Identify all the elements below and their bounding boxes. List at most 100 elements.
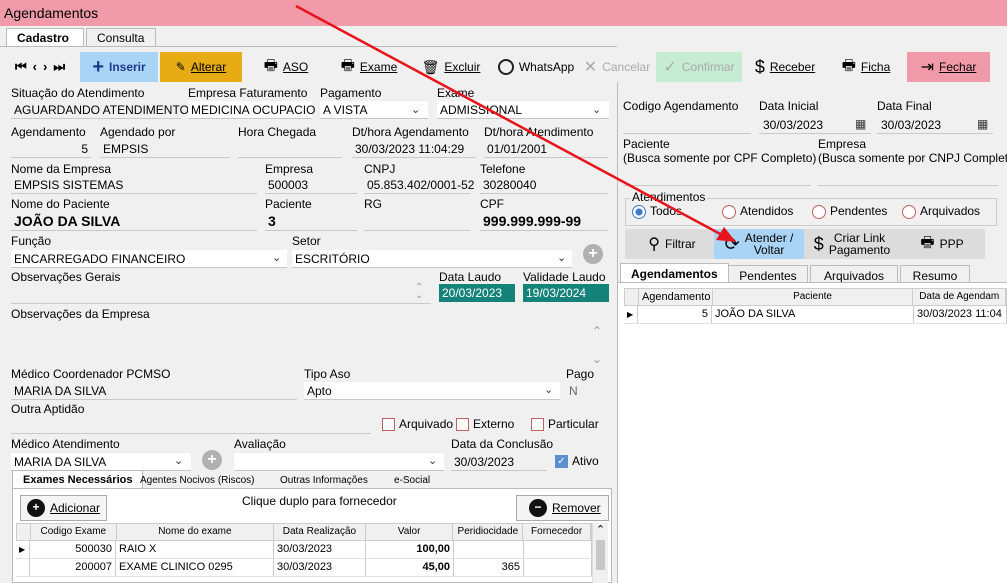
nome-paciente-field[interactable]: JOÃO DA SILVA: [11, 211, 257, 231]
cpf-field[interactable]: 999.999.999-99: [480, 211, 608, 231]
setor-select[interactable]: ESCRITÓRIO: [292, 250, 572, 268]
chevron-down-icon[interactable]: ⌄: [557, 251, 566, 264]
scroll-up-icon[interactable]: ⌃: [593, 523, 608, 536]
inserir-button[interactable]: + Inserir: [80, 52, 158, 82]
window-title: Agendamentos: [0, 0, 1007, 26]
agendado-por-field[interactable]: EMPSIS: [100, 140, 230, 158]
pagamento-label: Pagamento: [320, 86, 382, 100]
cnpj-field[interactable]: 05.853.402/0001-52: [364, 176, 474, 194]
empresa-field[interactable]: 500003: [265, 176, 357, 194]
codigo-field[interactable]: [623, 116, 751, 134]
chevron-down-icon[interactable]: ⌄: [428, 454, 437, 467]
chevron-down-icon[interactable]: ⌄: [592, 103, 601, 116]
calendar-icon[interactable]: ▦: [977, 117, 988, 131]
medico-atend-select[interactable]: MARIA DA SILVA: [11, 453, 191, 471]
telefone-field[interactable]: 30280040: [480, 176, 608, 194]
data-final-field[interactable]: 30/03/2023: [877, 116, 993, 134]
radio-todos[interactable]: Todos: [632, 204, 682, 219]
tab-esocial[interactable]: e-Social: [384, 472, 440, 489]
radio-pendentes[interactable]: Pendentes: [812, 204, 887, 219]
scrollbar-thumb[interactable]: [596, 540, 605, 570]
cancelar-button[interactable]: ✕ Cancelar: [580, 52, 654, 82]
confirmar-button[interactable]: ✓ Confirmar: [656, 52, 742, 82]
printer-icon: 🖶: [841, 56, 856, 74]
tab-consulta[interactable]: Consulta: [86, 28, 156, 46]
add-setor-button[interactable]: +: [583, 244, 603, 264]
data-final-label: Data Final: [877, 99, 932, 113]
ficha-button[interactable]: 🖶 Ficha: [838, 52, 894, 82]
hora-chegada-field[interactable]: [238, 140, 342, 158]
dollar-icon: $: [813, 234, 824, 254]
agendamentos-panel: [618, 282, 1007, 583]
table-row[interactable]: ▶ 500030 RAIO X 30/03/2023 100,00: [16, 541, 592, 559]
receber-button[interactable]: $ Receber: [750, 52, 820, 82]
filtrar-button[interactable]: ⚲ Filtrar: [632, 229, 712, 259]
whatsapp-button[interactable]: WhatsApp: [496, 52, 576, 82]
adicionar-button[interactable]: + Adicionar: [20, 495, 107, 521]
paciente-field[interactable]: 3: [265, 211, 357, 231]
excluir-button[interactable]: 🗑 Excluir: [420, 52, 482, 82]
externo-checkbox[interactable]: Externo: [456, 417, 514, 432]
empresa-label: Empresa: [265, 162, 314, 176]
tab-agentes-nocivos[interactable]: Agentes Nocivos (Riscos): [130, 472, 264, 489]
aso-button[interactable]: 🖶 ASO: [258, 52, 314, 82]
empresa-search-field[interactable]: [818, 168, 998, 186]
radio-selected-icon: [632, 204, 646, 219]
alterar-button[interactable]: ✎ Alterar: [160, 52, 242, 82]
pago-field[interactable]: N: [566, 382, 610, 400]
obs-gerais-field[interactable]: [11, 284, 431, 304]
dt-atendimento-field[interactable]: 01/01/2001: [484, 140, 608, 158]
radio-arquivados[interactable]: Arquivados: [902, 204, 980, 219]
fechar-button[interactable]: ⇥ Fechar: [907, 52, 990, 82]
agendamento-field[interactable]: 5: [11, 140, 91, 158]
table-row[interactable]: ▶ 5 JOÃO DA SILVA 30/03/2023 11:04: [624, 306, 1007, 324]
col-paciente: Paciente: [713, 289, 914, 305]
particular-checkbox[interactable]: Particular: [531, 417, 599, 432]
medico-coord-field[interactable]: MARIA DA SILVA: [11, 382, 297, 400]
situacao-field[interactable]: AGUARDANDO ATENDIMENTO: [11, 101, 189, 119]
funcao-select[interactable]: ENCARREGADO FINANCEIRO: [11, 250, 287, 268]
agendamentos-grid-header: Agendamento Paciente Data de Agendam: [624, 288, 1007, 306]
tab-cadastro[interactable]: Cadastro: [6, 28, 84, 46]
data-laudo-field[interactable]: 20/03/2023: [439, 284, 515, 302]
empresa-fat-select[interactable]: MEDICINA OCUPACIO: [188, 101, 315, 119]
dt-agendamento-field[interactable]: 30/03/2023 11:04:29: [352, 140, 476, 158]
tipo-aso-select[interactable]: Apto: [304, 382, 560, 400]
remover-button[interactable]: − Remover: [516, 495, 609, 521]
chevron-down-icon[interactable]: ⌄: [174, 454, 183, 467]
data-conclusao-field[interactable]: 30/03/2023: [451, 453, 547, 471]
criar-link-button[interactable]: $ Criar Link Pagamento: [808, 229, 896, 259]
outra-aptidao-field[interactable]: [11, 416, 371, 434]
avaliacao-select[interactable]: [234, 453, 444, 471]
exame-button[interactable]: 🖶 Exame: [336, 52, 402, 82]
obs-empresa-field[interactable]: [11, 321, 609, 363]
trash-icon: 🗑: [421, 58, 440, 75]
radio-atendidos[interactable]: Atendidos: [722, 204, 793, 219]
col-nome: Nome do exame: [117, 524, 275, 540]
nav-record-buttons[interactable]: ⏮‹›⏭: [8, 52, 78, 82]
tab-agendamentos[interactable]: Agendamentos: [620, 263, 729, 284]
table-row[interactable]: 200007 EXAME CLINICO 0295 30/03/2023 45,…: [16, 559, 592, 577]
exames-scrollbar[interactable]: ⌃: [592, 523, 608, 583]
nome-empresa-field[interactable]: EMPSIS SISTEMAS: [11, 176, 257, 194]
paciente-search-field[interactable]: [623, 168, 811, 186]
row-pointer-icon: ▶: [624, 306, 638, 323]
arquivado-checkbox[interactable]: Arquivado: [382, 417, 453, 432]
rg-field[interactable]: [364, 211, 470, 231]
scroll-arrows-icon[interactable]: ⌃ ⌄: [592, 324, 602, 366]
exame-select[interactable]: ADMISSIONAL: [437, 101, 609, 119]
tab-exames-necessarios[interactable]: Exames Necessários: [12, 470, 144, 489]
validade-laudo-field[interactable]: 19/03/2024: [523, 284, 609, 302]
paciente-search-label: Paciente (Busca somente por CPF Completo): [623, 137, 817, 165]
checked-icon: ✓: [555, 455, 568, 469]
chevron-down-icon[interactable]: ⌄: [272, 251, 281, 264]
add-medico-button[interactable]: +: [202, 450, 222, 470]
atender-voltar-button[interactable]: ⟳ Atender / Voltar: [714, 229, 804, 259]
tab-outras-informacoes[interactable]: Outras Informações: [270, 472, 378, 489]
chevron-down-icon[interactable]: ⌄: [544, 383, 553, 396]
ativo-checkbox[interactable]: ✓ Ativo: [555, 454, 599, 469]
scroll-arrows-icon[interactable]: ⌃ ⌄: [415, 283, 423, 301]
chevron-down-icon[interactable]: ⌄: [411, 103, 420, 116]
calendar-icon[interactable]: ▦: [855, 117, 866, 131]
ppp-button[interactable]: 🖶 PPP: [912, 229, 972, 259]
